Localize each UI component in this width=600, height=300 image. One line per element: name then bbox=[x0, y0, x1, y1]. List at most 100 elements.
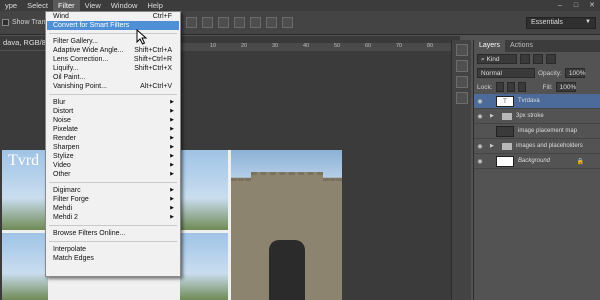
brush-icon[interactable] bbox=[456, 92, 468, 104]
eye-icon[interactable]: ◉ bbox=[474, 113, 486, 120]
menu-item-browse-filters-online[interactable]: Browse Filters Online... bbox=[46, 229, 180, 238]
submenu-arrow-icon: ▶ bbox=[170, 187, 174, 193]
workspace-select[interactable]: Essentials ▼ bbox=[526, 17, 596, 29]
fill-input[interactable]: 100% bbox=[555, 82, 576, 92]
castle-tower bbox=[323, 178, 342, 300]
menu-item-label: Stylize bbox=[53, 153, 74, 160]
lock-pixels-icon[interactable] bbox=[495, 82, 504, 92]
menu-separator bbox=[49, 241, 177, 242]
menu-type[interactable]: ype bbox=[0, 0, 22, 11]
workspace-label: Essentials bbox=[531, 19, 563, 26]
castle-photo bbox=[231, 150, 342, 300]
menu-item-distort[interactable]: Distort ▶ bbox=[46, 107, 180, 116]
menu-item-oil-paint[interactable]: Oil Paint... bbox=[46, 73, 180, 82]
submenu-arrow-icon: ▶ bbox=[170, 144, 174, 150]
menu-item-filter-forge[interactable]: Filter Forge ▶ bbox=[46, 195, 180, 204]
menu-item-render[interactable]: Render ▶ bbox=[46, 134, 180, 143]
history-icon[interactable] bbox=[456, 44, 468, 56]
menu-item-digimarc[interactable]: Digimarc ▶ bbox=[46, 186, 180, 195]
lock-position-icon[interactable] bbox=[506, 82, 515, 92]
menu-item-liquify[interactable]: Liquify... Shift+Ctrl+X bbox=[46, 64, 180, 73]
submenu-arrow-icon: ▶ bbox=[170, 99, 174, 105]
align-right-icon[interactable] bbox=[218, 17, 229, 28]
menu-bar: ype Select Filter View Window Help – □ ✕ bbox=[0, 0, 600, 11]
lock-all-icon[interactable] bbox=[517, 82, 526, 92]
lock-label: Lock: bbox=[477, 83, 493, 91]
menu-view[interactable]: View bbox=[80, 0, 106, 11]
maximize-icon[interactable]: □ bbox=[568, 0, 584, 11]
opacity-input[interactable]: 100% bbox=[564, 68, 585, 78]
menu-item-label: Filter Forge bbox=[53, 196, 89, 203]
menu-item-mehdi-2[interactable]: Mehdi 2 ▶ bbox=[46, 213, 180, 222]
menu-item-label: Video bbox=[53, 162, 71, 169]
text-layer-thumb: T bbox=[496, 95, 514, 107]
menu-item-match-edges[interactable]: Match Edges bbox=[46, 254, 180, 263]
menu-item-pixelate[interactable]: Pixelate ▶ bbox=[46, 125, 180, 134]
show-transform-checkbox[interactable] bbox=[2, 19, 9, 26]
ruler-mark: 50 bbox=[334, 43, 341, 49]
menu-item-vanishing-point[interactable]: Vanishing Point... Alt+Ctrl+V bbox=[46, 82, 180, 91]
menu-item-label: Sharpen bbox=[53, 144, 80, 151]
menu-item-label: Lens Correction... bbox=[53, 56, 109, 63]
menu-item-blur[interactable]: Blur ▶ bbox=[46, 98, 180, 107]
auto-align-icon[interactable] bbox=[282, 17, 293, 28]
eye-icon[interactable]: ◉ bbox=[474, 158, 486, 165]
layer-row[interactable]: ◉ Background 🔒 bbox=[474, 154, 600, 169]
menu-item-label: Match Edges bbox=[53, 255, 94, 262]
menu-item-wind[interactable]: Wind Ctrl+F bbox=[46, 12, 180, 21]
layer-row[interactable]: ◉ ▶ 3px stroke bbox=[474, 109, 600, 124]
menu-item-label: Blur bbox=[53, 99, 66, 106]
blend-mode-select[interactable]: Normal bbox=[477, 68, 535, 78]
menu-item-adaptive-wide-angle[interactable]: Adaptive Wide Angle... Shift+Ctrl+A bbox=[46, 46, 180, 55]
minimize-icon[interactable]: – bbox=[552, 0, 568, 11]
menu-item-noise[interactable]: Noise ▶ bbox=[46, 116, 180, 125]
menu-item-shortcut: Shift+Ctrl+R bbox=[133, 56, 172, 63]
menu-item-stylize[interactable]: Stylize ▶ bbox=[46, 152, 180, 161]
fill-label: Fill: bbox=[542, 83, 553, 91]
menu-item-mehdi[interactable]: Mehdi ▶ bbox=[46, 204, 180, 213]
menu-select[interactable]: Select bbox=[22, 0, 53, 11]
info-icon[interactable] bbox=[456, 60, 468, 72]
properties-icon[interactable] bbox=[456, 76, 468, 88]
menu-item-label: Wind bbox=[53, 13, 69, 20]
menu-item-video[interactable]: Video ▶ bbox=[46, 161, 180, 170]
eye-icon[interactable]: ◉ bbox=[474, 143, 486, 150]
menu-help[interactable]: Help bbox=[142, 0, 167, 11]
layer-name: Tvrdava bbox=[518, 98, 540, 104]
kind-filter-select[interactable]: ⌕ Kind bbox=[477, 54, 517, 64]
chevron-right-icon[interactable]: ▶ bbox=[490, 143, 496, 149]
distribute-middle-icon[interactable] bbox=[250, 17, 261, 28]
menu-item-other[interactable]: Other ▶ bbox=[46, 170, 180, 179]
close-icon[interactable]: ✕ bbox=[584, 0, 600, 11]
menu-item-filter-gallery[interactable]: Filter Gallery... bbox=[46, 37, 180, 46]
menu-item-lens-correction[interactable]: Lens Correction... Shift+Ctrl+R bbox=[46, 55, 180, 64]
castle-tower bbox=[231, 178, 251, 300]
layer-name: 3px stroke bbox=[516, 113, 544, 119]
menu-window[interactable]: Window bbox=[106, 0, 143, 11]
tab-layers[interactable]: Layers bbox=[474, 40, 506, 52]
distribute-top-icon[interactable] bbox=[234, 17, 245, 28]
tab-actions[interactable]: Actions bbox=[505, 40, 538, 52]
menu-item-sharpen[interactable]: Sharpen ▶ bbox=[46, 143, 180, 152]
document-tab-title: dava, RGB/8) bbox=[3, 38, 49, 47]
align-left-icon[interactable] bbox=[186, 17, 197, 28]
layer-row[interactable]: image placement map bbox=[474, 124, 600, 139]
layer-row[interactable]: ◉ T Tvrdava bbox=[474, 94, 600, 109]
filter-pixel-icon[interactable] bbox=[520, 54, 530, 64]
castle-gate bbox=[269, 240, 305, 300]
filter-type-icon[interactable] bbox=[546, 54, 556, 64]
submenu-arrow-icon: ▶ bbox=[170, 205, 174, 211]
photo-placeholder bbox=[180, 150, 228, 230]
filter-adjust-icon[interactable] bbox=[533, 54, 543, 64]
menu-item-interpolate[interactable]: Interpolate bbox=[46, 245, 180, 254]
menu-filter[interactable]: Filter bbox=[52, 0, 80, 11]
photo-placeholder bbox=[2, 233, 48, 300]
lock-row: Lock: Fill: 100% bbox=[474, 80, 600, 94]
submenu-arrow-icon: ▶ bbox=[170, 171, 174, 177]
eye-icon[interactable]: ◉ bbox=[474, 98, 486, 105]
align-center-icon[interactable] bbox=[202, 17, 213, 28]
layer-row[interactable]: ◉ ▶ images and placeholders bbox=[474, 139, 600, 154]
menu-item-convert-smart-filters[interactable]: Convert for Smart Filters bbox=[47, 21, 179, 30]
chevron-right-icon[interactable]: ▶ bbox=[490, 113, 496, 119]
distribute-bottom-icon[interactable] bbox=[266, 17, 277, 28]
